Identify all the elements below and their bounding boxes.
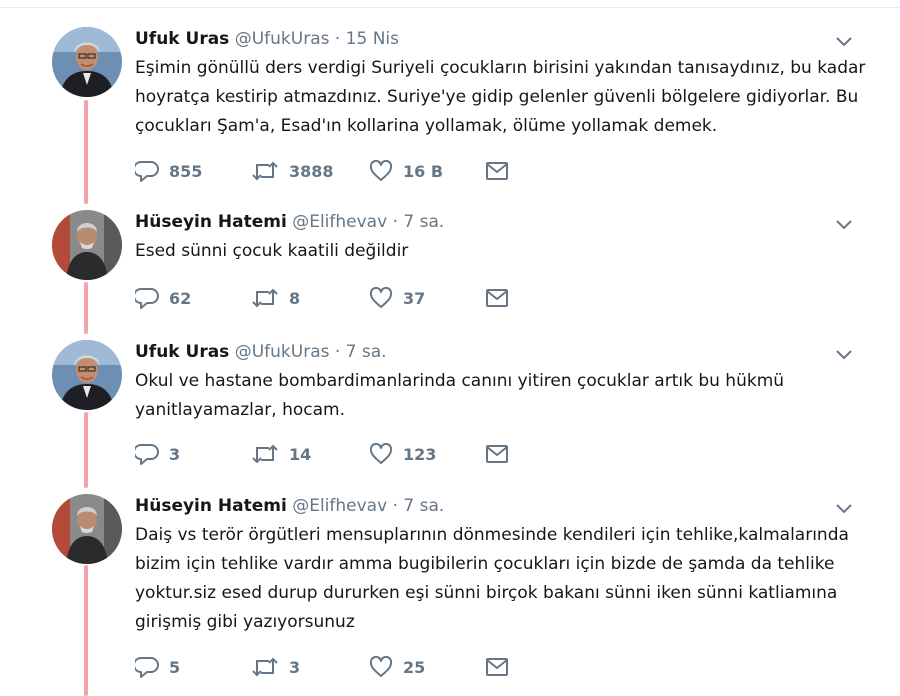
like-count: 16 B: [403, 161, 444, 181]
tweet-header: Hüseyin Hatemi @Elifhevav · 7 sa.: [135, 210, 444, 234]
reply-icon: [135, 657, 159, 678]
display-name[interactable]: Hüseyin Hatemi: [135, 212, 287, 232]
reply-icon: [135, 444, 159, 465]
retweet-count: 14: [289, 444, 312, 464]
retweet-button[interactable]: 3888: [251, 156, 334, 186]
reply-icon: [135, 288, 159, 309]
like-button[interactable]: 25: [369, 652, 425, 682]
tweet-text: Daiş vs terör örgütleri mensuplarının dö…: [135, 525, 849, 632]
retweet-icon: [252, 288, 278, 308]
retweet-button[interactable]: 14: [251, 439, 311, 469]
reply-button[interactable]: 62: [135, 283, 191, 313]
reply-icon: [135, 161, 159, 182]
tweet[interactable]: Ufuk Uras @UfukUras · 7 sa. Okul ve hast…: [0, 340, 900, 480]
chevron-down-icon[interactable]: [834, 348, 854, 362]
handle-and-time[interactable]: @Elifhevav · 7 sa.: [292, 496, 444, 516]
avatar-ufuk-uras[interactable]: [52, 340, 122, 410]
message-button[interactable]: [485, 283, 509, 313]
message-button[interactable]: [485, 439, 509, 469]
tweet-text: Esed sünni çocuk kaatili değildir: [135, 241, 409, 261]
like-count: 25: [403, 657, 426, 677]
avatar-huseyin-hatemi[interactable]: [52, 210, 122, 280]
retweet-count: 3: [289, 657, 301, 677]
reply-button[interactable]: 3: [135, 439, 180, 469]
avatar-huseyin-hatemi[interactable]: [52, 494, 122, 564]
retweet-button[interactable]: 3: [251, 652, 300, 682]
tweet-text: Eşimin gönüllü ders verdigi Suriyeli çoc…: [135, 58, 866, 136]
tweet-actions: 62 8 37: [135, 283, 535, 313]
reply-count: 5: [169, 657, 181, 677]
display-name[interactable]: Hüseyin Hatemi: [135, 496, 287, 516]
like-button[interactable]: 16 B: [369, 156, 443, 186]
envelope-icon: [486, 658, 508, 676]
retweet-count: 8: [289, 288, 301, 308]
message-button[interactable]: [485, 156, 509, 186]
envelope-icon: [486, 162, 508, 180]
like-count: 37: [403, 288, 426, 308]
tweet-actions: 5 3 25: [135, 652, 535, 682]
message-button[interactable]: [485, 652, 509, 682]
tweet-text: Okul ve hastane bombardimanlarinda canın…: [135, 371, 785, 420]
retweet-icon: [252, 444, 278, 464]
retweet-icon: [252, 161, 278, 181]
chevron-down-icon[interactable]: [834, 35, 854, 49]
tweet-actions: 3 14 123: [135, 439, 535, 469]
retweet-icon: [252, 657, 278, 677]
like-button[interactable]: 123: [369, 439, 436, 469]
tweet[interactable]: Hüseyin Hatemi @Elifhevav · 7 sa. Daiş v…: [0, 494, 900, 694]
reply-button[interactable]: 5: [135, 652, 180, 682]
top-border: [0, 0, 900, 8]
chevron-down-icon[interactable]: [834, 218, 854, 232]
heart-icon: [369, 160, 393, 181]
tweet[interactable]: Ufuk Uras @UfukUras · 15 Nis Eşimin gönü…: [0, 27, 900, 197]
heart-icon: [369, 443, 393, 464]
tweet-header: Ufuk Uras @UfukUras · 15 Nis: [135, 27, 399, 51]
handle-and-time[interactable]: @UfukUras · 7 sa.: [235, 342, 387, 362]
avatar-ufuk-uras[interactable]: [52, 27, 122, 97]
reply-count: 855: [169, 161, 203, 181]
retweet-button[interactable]: 8: [251, 283, 300, 313]
tweet-header: Ufuk Uras @UfukUras · 7 sa.: [135, 340, 387, 364]
like-count: 123: [403, 444, 437, 464]
envelope-icon: [486, 445, 508, 463]
chevron-down-icon[interactable]: [834, 502, 854, 516]
reply-count: 62: [169, 288, 192, 308]
tweet-header: Hüseyin Hatemi @Elifhevav · 7 sa.: [135, 494, 444, 518]
heart-icon: [369, 287, 393, 308]
like-button[interactable]: 37: [369, 283, 425, 313]
handle-and-time[interactable]: @UfukUras · 15 Nis: [235, 29, 399, 49]
reply-button[interactable]: 855: [135, 156, 202, 186]
tweet-actions: 855 3888 16 B: [135, 156, 535, 186]
reply-count: 3: [169, 444, 181, 464]
heart-icon: [369, 656, 393, 677]
envelope-icon: [486, 289, 508, 307]
tweet[interactable]: Hüseyin Hatemi @Elifhevav · 7 sa. Esed s…: [0, 210, 900, 320]
retweet-count: 3888: [289, 161, 334, 181]
handle-and-time[interactable]: @Elifhevav · 7 sa.: [292, 212, 444, 232]
display-name[interactable]: Ufuk Uras: [135, 29, 229, 49]
display-name[interactable]: Ufuk Uras: [135, 342, 229, 362]
